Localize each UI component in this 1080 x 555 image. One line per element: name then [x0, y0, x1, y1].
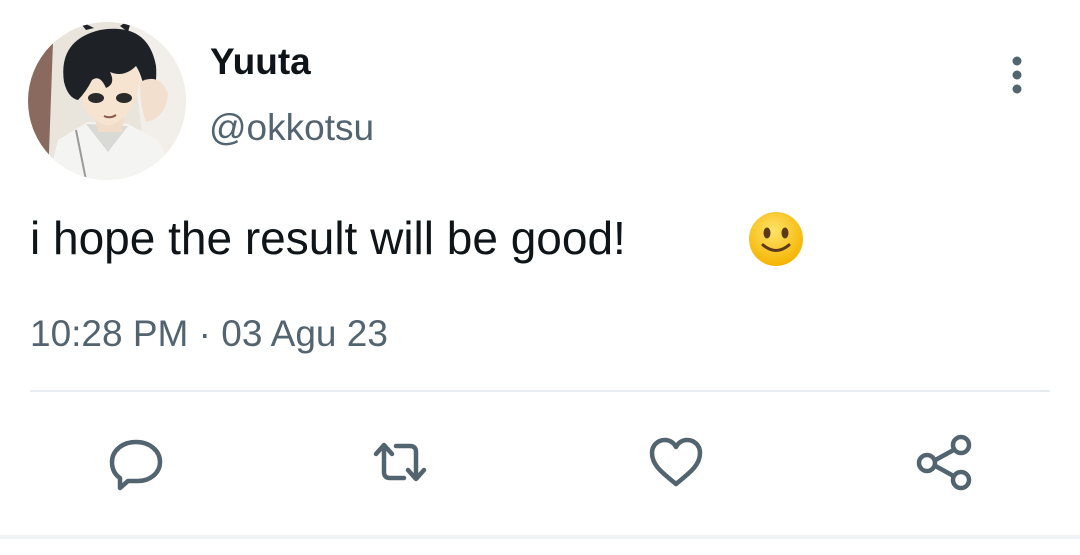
retweet-icon [373, 442, 427, 482]
reply-icon [109, 439, 163, 491]
share-icon [916, 434, 972, 491]
bottom-border [0, 535, 1080, 539]
like-icon [649, 437, 703, 487]
display-name[interactable]: Yuuta [210, 40, 311, 84]
tweet-time: 10:28 PM [30, 313, 189, 354]
like-button[interactable] [646, 432, 706, 492]
tweet-timestamp[interactable]: 10:28 PM · 03 Agu 23 [30, 312, 388, 356]
avatar[interactable] [28, 22, 186, 180]
tweet-text: i hope the result will be good! [30, 212, 626, 264]
retweet-button[interactable] [370, 432, 430, 492]
more-options-button[interactable] [996, 52, 1038, 100]
reply-button[interactable] [106, 432, 166, 492]
share-button[interactable] [914, 432, 974, 492]
slightly-smiling-face-emoji [746, 210, 806, 268]
tweet-date: 03 Agu 23 [221, 313, 388, 354]
vertical-ellipsis-icon [1012, 56, 1022, 94]
meta-separator: · [198, 313, 211, 354]
divider [30, 390, 1050, 392]
user-handle[interactable]: @okkotsu [209, 106, 374, 150]
